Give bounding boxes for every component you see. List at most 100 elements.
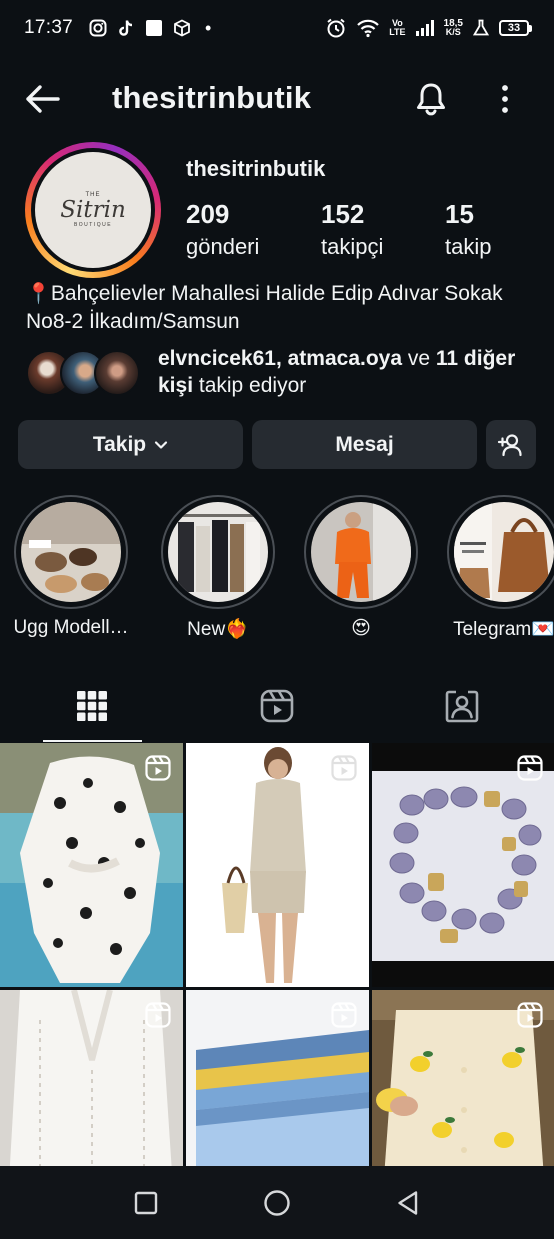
avatar-gap: THE Sitrin BOUTIQUE (31, 148, 155, 272)
highlight-cover-new (168, 502, 268, 602)
reel-badge-icon (517, 755, 543, 781)
battery-indicator: 33 (499, 20, 532, 36)
status-bar: 17:37 • Vo LTE 18,5 K/S 33 (0, 0, 554, 56)
reel-badge-icon (517, 1002, 543, 1028)
tiktok-notification-icon (117, 19, 135, 37)
home-button[interactable] (247, 1173, 307, 1233)
wifi-icon (356, 18, 380, 38)
followers-count: 152 (321, 199, 365, 229)
square-icon (134, 1191, 157, 1214)
following-stat[interactable]: 15 takip (445, 198, 491, 264)
highlight-label: New❤️‍🔥 (187, 619, 249, 640)
highlight-ring (14, 495, 128, 609)
highlight-heart-eyes[interactable]: 😍 (302, 495, 420, 640)
alarm-icon (325, 17, 347, 39)
lte-label: LTE (389, 27, 406, 37)
mutual-followers[interactable]: elvncicek61, atmaca.oya ve 11 diğer kişi… (26, 344, 546, 400)
message-button[interactable]: Mesaj (252, 420, 477, 469)
mutual-suffix: takip ediyor (193, 374, 307, 397)
profile-avatar: THE Sitrin BOUTIQUE (35, 152, 151, 268)
post-thumbnail[interactable] (372, 743, 554, 987)
battery-level: 33 (499, 20, 529, 36)
back-arrow-icon (26, 85, 60, 113)
triangle-back-icon (398, 1190, 418, 1215)
mutual-followers-text: elvncicek61, atmaca.oya ve 11 diğer kişi… (158, 345, 546, 399)
following-button-label: Takip (92, 432, 147, 456)
highlight-new[interactable]: New❤️‍🔥 (159, 495, 277, 641)
lab-flask-icon (472, 19, 490, 37)
post-thumbnail[interactable] (0, 743, 183, 987)
notifications-button[interactable] (410, 78, 452, 120)
back-nav-button[interactable] (378, 1173, 438, 1233)
tab-reels[interactable] (185, 670, 370, 742)
posts-grid (0, 743, 554, 1234)
highlight-ring (447, 495, 554, 609)
mutual-separator: , (275, 347, 288, 370)
top-bar-username: thesitrinbutik (112, 80, 312, 115)
highlight-ugg[interactable]: Ugg Modell… (12, 495, 130, 639)
mutual-user-2[interactable]: atmaca.oya (288, 347, 402, 370)
mutual-avatar-3 (94, 350, 140, 396)
following-count: 15 (445, 199, 474, 229)
location-pin-icon: 📍 (26, 283, 51, 305)
reels-icon (260, 689, 294, 723)
more-options-button[interactable] (490, 78, 520, 120)
followers-label: takipçi (321, 234, 384, 259)
tab-tagged[interactable] (369, 670, 554, 742)
tagged-icon (445, 690, 478, 723)
recents-button[interactable] (116, 1173, 176, 1233)
mutual-follower-avatars (26, 348, 146, 396)
logo-name-text: Sitrin (60, 197, 126, 223)
status-time: 17:37 (24, 17, 74, 38)
reel-badge-icon (331, 755, 357, 781)
posts-count: 209 (186, 199, 230, 229)
system-navigation-bar (0, 1166, 554, 1239)
highlight-label: Ugg Modell… (13, 617, 129, 638)
highlight-label: Telegram💌 (453, 619, 554, 640)
signal-icon (415, 19, 435, 37)
instagram-profile-screen: 17:37 • Vo LTE 18,5 K/S 33 thesitrinbuti… (0, 0, 554, 1239)
grid-icon (77, 691, 108, 721)
profile-bio: 📍Bahçelievler Mahallesi Halide Edip Adıv… (26, 280, 536, 336)
instagram-notification-icon (89, 19, 107, 37)
mutual-and: ve (402, 347, 436, 370)
highlight-label: 😍 (351, 618, 371, 639)
add-person-icon (497, 433, 522, 456)
highlight-telegram[interactable]: Telegram💌 (445, 495, 554, 641)
more-vertical-icon (502, 85, 508, 113)
following-label: takip (445, 234, 492, 259)
profile-avatar-story-ring[interactable]: THE Sitrin BOUTIQUE (25, 142, 161, 278)
speed-unit: K/S (445, 27, 461, 37)
tab-posts-grid[interactable] (0, 670, 185, 742)
highlight-cover-ugg (21, 502, 121, 602)
message-button-label: Mesaj (335, 432, 394, 456)
network-speed: 18,5 K/S (444, 19, 463, 37)
post-thumbnail[interactable] (186, 743, 369, 987)
followers-stat[interactable]: 152 takipçi (321, 198, 383, 264)
profile-top-bar: thesitrinbutik (0, 66, 554, 132)
reel-badge-icon (145, 755, 171, 781)
mutual-user-1[interactable]: elvncicek61 (158, 347, 276, 370)
back-button[interactable] (22, 80, 62, 118)
package-notification-icon (173, 19, 191, 37)
circle-home-icon (264, 1189, 290, 1216)
chevron-down-icon (155, 440, 168, 449)
highlight-ring (161, 495, 275, 609)
app-notification-icon (145, 19, 163, 37)
profile-name: thesitrinbutik (186, 156, 326, 181)
suggested-users-button[interactable] (486, 420, 536, 469)
following-button[interactable]: Takip (18, 420, 243, 469)
posts-stat[interactable]: 209 gönderi (186, 198, 259, 264)
reel-badge-icon (145, 1002, 171, 1028)
volte-indicator: Vo LTE (389, 19, 405, 37)
highlight-ring (304, 495, 418, 609)
highlight-cover-telegram (454, 502, 554, 602)
profile-content-tabs (0, 670, 554, 742)
bell-icon (417, 83, 445, 116)
posts-label: gönderi (186, 234, 260, 259)
battery-tip (529, 24, 532, 32)
logo-boutique-text: BOUTIQUE (73, 222, 113, 228)
highlight-cover-heart-eyes (311, 502, 411, 602)
bio-text: Bahçelievler Mahallesi Halide Edip Adıva… (26, 282, 503, 333)
reel-badge-icon (331, 1002, 357, 1028)
